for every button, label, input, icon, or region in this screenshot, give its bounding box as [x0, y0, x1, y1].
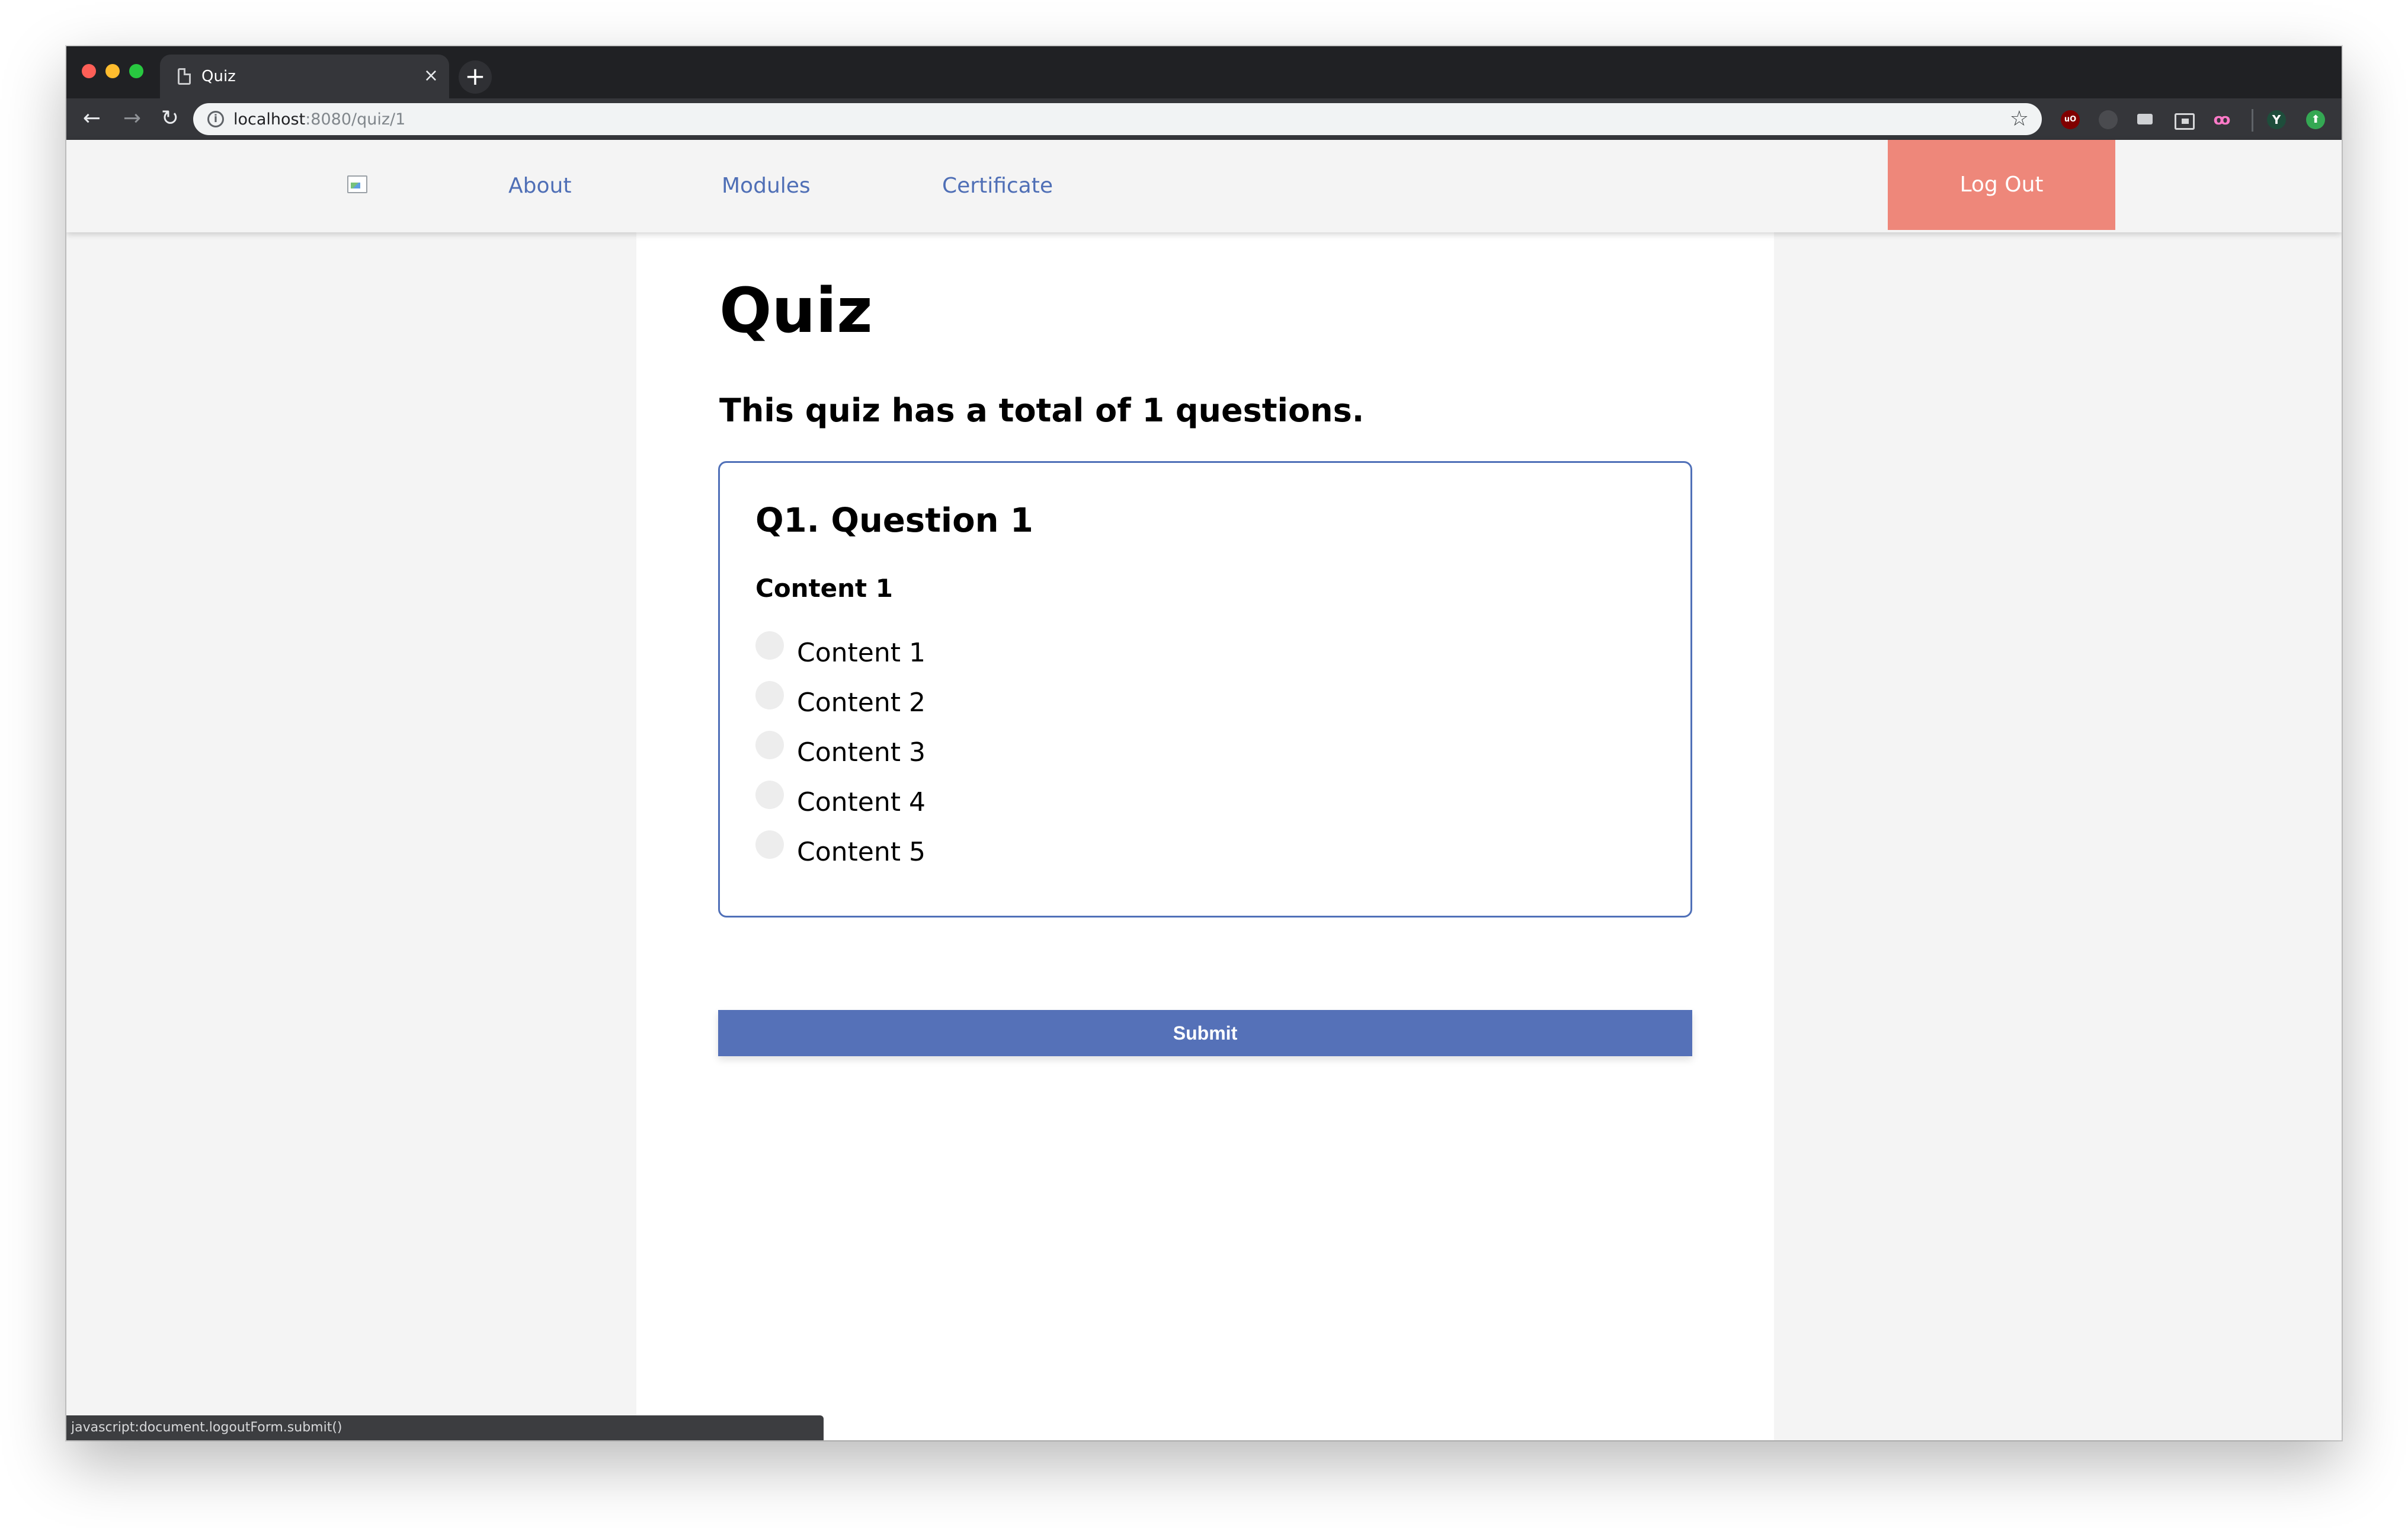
reload-icon[interactable]: ↻	[156, 106, 184, 133]
status-bar: javascript:document.logoutForm.submit()	[66, 1415, 824, 1440]
quiz-summary: This quiz has a total of 1 questions.	[719, 392, 1365, 429]
logout-button[interactable]: Log Out	[1888, 140, 2115, 230]
forward-arrow-icon[interactable]: →	[119, 106, 146, 133]
new-tab-button[interactable]: +	[459, 60, 492, 94]
question-prompt: Content 1	[755, 574, 893, 603]
back-arrow-icon[interactable]: ←	[78, 106, 105, 133]
profile-avatar-icon[interactable]: Y	[2267, 110, 2286, 129]
answer-option[interactable]: Content 5	[755, 830, 1229, 868]
nav-link-about[interactable]: About	[508, 173, 571, 199]
info-icon[interactable]: i	[207, 111, 224, 127]
url-text[interactable]: localhost:8080/quiz/1	[233, 110, 405, 130]
picture-in-picture-icon[interactable]	[2173, 110, 2195, 130]
tab-bar: Quiz × +	[66, 46, 2342, 98]
nav-link-certificate[interactable]: Certificate	[942, 173, 1053, 199]
browser-window: Quiz × + ← → ↻ i localhost:8080/quiz/1 ☆…	[66, 46, 2342, 1440]
bookmark-star-icon[interactable]: ☆	[2010, 107, 2029, 132]
answer-label: Content 2	[797, 688, 926, 718]
maximize-window-button[interactable]	[129, 64, 143, 78]
upload-extension-icon[interactable]: ⬆	[2306, 110, 2325, 129]
document-icon	[178, 68, 191, 85]
owl-extension-icon[interactable]: ꚙ	[2212, 110, 2231, 129]
chat-extension-icon[interactable]	[2135, 110, 2154, 129]
url-path: :8080/quiz/1	[305, 110, 406, 129]
radio-button[interactable]	[755, 631, 784, 660]
submit-button[interactable]: Submit	[718, 1010, 1692, 1056]
url-host: localhost	[233, 110, 306, 129]
page-title: Quiz	[719, 274, 873, 347]
grey-extension-icon[interactable]	[2099, 110, 2118, 129]
ublock-origin-icon[interactable]: uO	[2061, 110, 2080, 129]
answer-option[interactable]: Content 3	[755, 731, 1229, 769]
close-window-button[interactable]	[82, 64, 96, 78]
site-header: About Modules Certificate Log Out	[66, 140, 2342, 232]
minimize-window-button[interactable]	[105, 64, 120, 78]
radio-button[interactable]	[755, 731, 784, 759]
answer-label: Content 5	[797, 837, 926, 867]
radio-button[interactable]	[755, 681, 784, 709]
answer-label: Content 3	[797, 737, 926, 768]
answer-label: Content 4	[797, 787, 926, 817]
main-content: Quiz This quiz has a total of 1 question…	[636, 232, 1774, 1440]
address-bar[interactable]: i localhost:8080/quiz/1 ☆	[193, 103, 2042, 135]
question-title: Q1. Question 1	[755, 501, 1033, 540]
answer-option[interactable]: Content 1	[755, 631, 1229, 669]
broken-logo-image-icon[interactable]	[347, 175, 367, 193]
tab-title: Quiz	[201, 68, 236, 85]
answer-option[interactable]: Content 2	[755, 681, 1229, 719]
answer-option[interactable]: Content 4	[755, 781, 1229, 819]
toolbar-divider	[2252, 109, 2253, 132]
browser-tab[interactable]: Quiz ×	[160, 55, 449, 98]
question-card: Q1. Question 1 Content 1 Content 1 Conte…	[718, 461, 1692, 918]
nav-link-modules[interactable]: Modules	[722, 173, 811, 199]
browser-toolbar: ← → ↻ i localhost:8080/quiz/1 ☆ uO ꚙ Y ⬆	[66, 98, 2342, 140]
answer-label: Content 1	[797, 638, 926, 668]
tab-close-icon[interactable]: ×	[424, 64, 438, 88]
radio-button[interactable]	[755, 830, 784, 859]
radio-button[interactable]	[755, 781, 784, 809]
